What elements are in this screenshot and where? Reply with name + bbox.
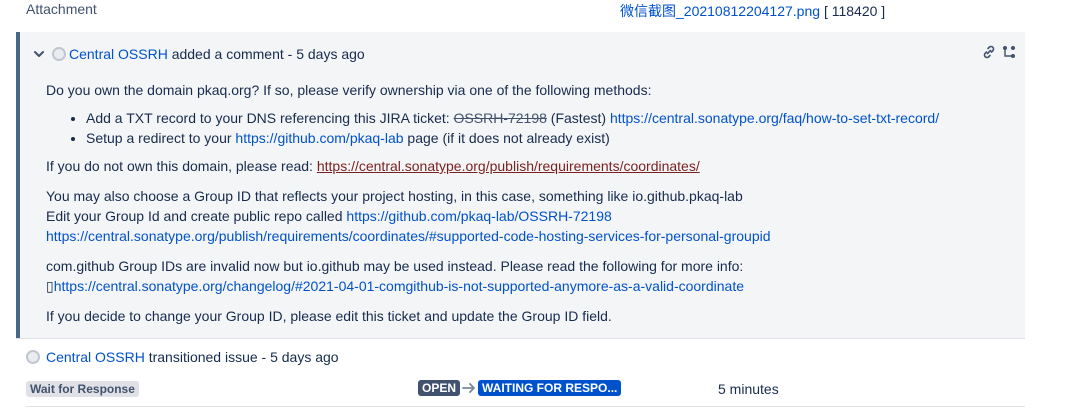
changelog-link[interactable]: https://central.sonatype.org/changelog/#… [54,278,744,294]
transition-action: transitioned issue - 5 days ago [148,349,339,365]
github-pkaq-link[interactable]: https://github.com/pkaq-lab [235,130,403,146]
comment-action: added a comment - 5 days ago [171,46,365,62]
divider [26,406,1025,407]
avatar-icon [26,350,40,364]
group-line2-text: Edit your Group Id and create public rep… [46,208,347,224]
comment-author-link[interactable]: Central OSSRH [69,46,168,62]
groupid-docs-link[interactable]: https://central.sonatype.org/publish/req… [46,228,771,244]
status-change: OPEN WAITING FOR RESPO... [418,380,622,396]
comment-block: Central OSSRH added a comment - 5 days a… [16,32,1025,338]
attachment-file-size: [ 118420 ] [823,3,886,19]
list-item: Setup a redirect to your https://github.… [86,128,1016,148]
bullet2-text: Setup a redirect to your [86,130,236,146]
txt-record-link[interactable]: https://central.sonatype.org/faq/how-to-… [610,110,939,126]
transition-header: Central OSSRH transitioned issue - 5 day… [26,349,339,365]
avatar-icon [52,47,66,61]
comgithub-text: com.github Group IDs are invalid now but… [46,258,744,274]
comgithub-link-line: ▯https://central.sonatype.org/changelog/… [46,276,1016,296]
to-status-lozenge: WAITING FOR RESPO... [478,380,622,396]
list-item: Add a TXT record to your DNS referencing… [86,108,1016,128]
attachment-label: Attachment [26,1,97,17]
missing-glyph-icon: ▯ [46,278,54,294]
attachment-file-link[interactable]: 微信截图_20210812204127.png [620,3,820,19]
repo-link[interactable]: https://github.com/pkaq-lab/OSSRH-72198 [346,208,611,224]
verification-methods-list: Add a TXT record to your DNS referencing… [46,108,1016,148]
transition-author-link[interactable]: Central OSSRH [46,349,145,365]
ticket-reference[interactable]: OSSRH-72198 [454,110,547,126]
coordinates-link[interactable]: https://central.sonatype.org/publish/req… [317,158,700,174]
bullet1-text: Add a TXT record to your DNS referencing… [86,110,454,126]
comment-tools [981,44,1017,60]
attachment-file: 微信截图_20210812204127.png [ 118420 ] [620,1,885,21]
bullet2-suffix: page (if it does not already exist) [403,130,610,146]
bullet1-fastest: (Fastest) [546,110,610,126]
comment-header: Central OSSRH added a comment - 5 days a… [32,46,365,62]
comment-intro: Do you own the domain pkaq.org? If so, p… [46,82,652,98]
not-own-text: If you do not own this domain, please re… [46,158,317,174]
arrow-right-icon [462,383,475,393]
chevron-down-icon[interactable] [32,47,46,61]
group-id-line3: https://central.sonatype.org/publish/req… [46,226,1016,246]
attachment-row: Attachment 微信截图_20210812204127.png [ 118… [0,0,1069,26]
share-icon[interactable] [1001,44,1017,60]
comment-body: Do you own the domain pkaq.org? If so, p… [46,80,1016,326]
group-id-line2: Edit your Group Id and create public rep… [46,206,1016,226]
not-own-paragraph: If you do not own this domain, please re… [46,156,1016,176]
permalink-icon[interactable] [981,44,997,60]
comment-final: If you decide to change your Group ID, p… [46,308,612,324]
transition-status-row: Wait for Response OPEN WAITING FOR RESPO… [26,380,1026,400]
group-id-line1: You may also choose a Group ID that refl… [46,188,743,204]
state-lozenge: Wait for Response [26,381,139,397]
from-status-lozenge: OPEN [418,380,461,396]
divider [16,338,1025,339]
duration: 5 minutes [718,381,779,397]
